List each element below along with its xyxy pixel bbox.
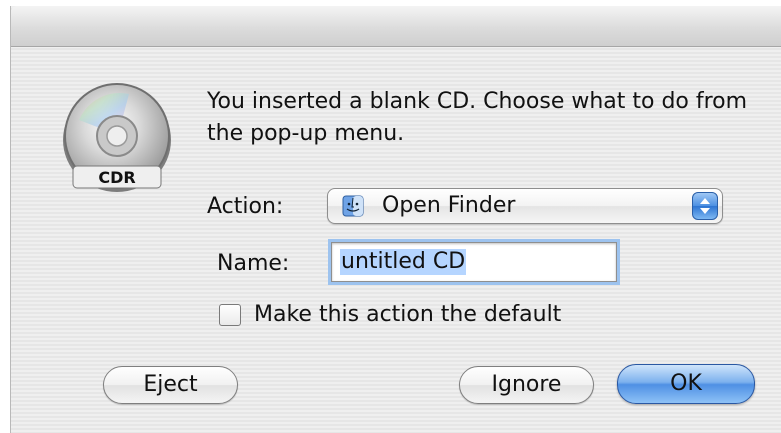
action-popup[interactable]: Open Finder [327, 188, 723, 224]
blank-cd-dialog: CDR You inserted a blank CD. Choose what… [10, 6, 781, 433]
dialog-titlebar[interactable] [11, 6, 781, 47]
dialog-message: You inserted a blank CD. Choose what to … [207, 89, 748, 146]
default-action-checkbox[interactable] [219, 304, 241, 326]
eject-button[interactable]: Eject [103, 366, 238, 404]
action-popup-value: Open Finder [382, 193, 516, 218]
cd-icon-label: CDR [98, 168, 135, 187]
popup-arrows-icon [692, 192, 718, 220]
ignore-button[interactable]: Ignore [459, 366, 594, 404]
finder-icon [342, 195, 364, 217]
action-label: Action: [207, 194, 284, 219]
ok-button[interactable]: OK [617, 364, 755, 404]
cd-icon: CDR [59, 80, 175, 196]
name-field-value: untitled CD [340, 249, 467, 275]
default-action-label[interactable]: Make this action the default [254, 302, 561, 327]
name-field[interactable]: untitled CD [331, 242, 617, 282]
name-label: Name: [217, 251, 290, 276]
